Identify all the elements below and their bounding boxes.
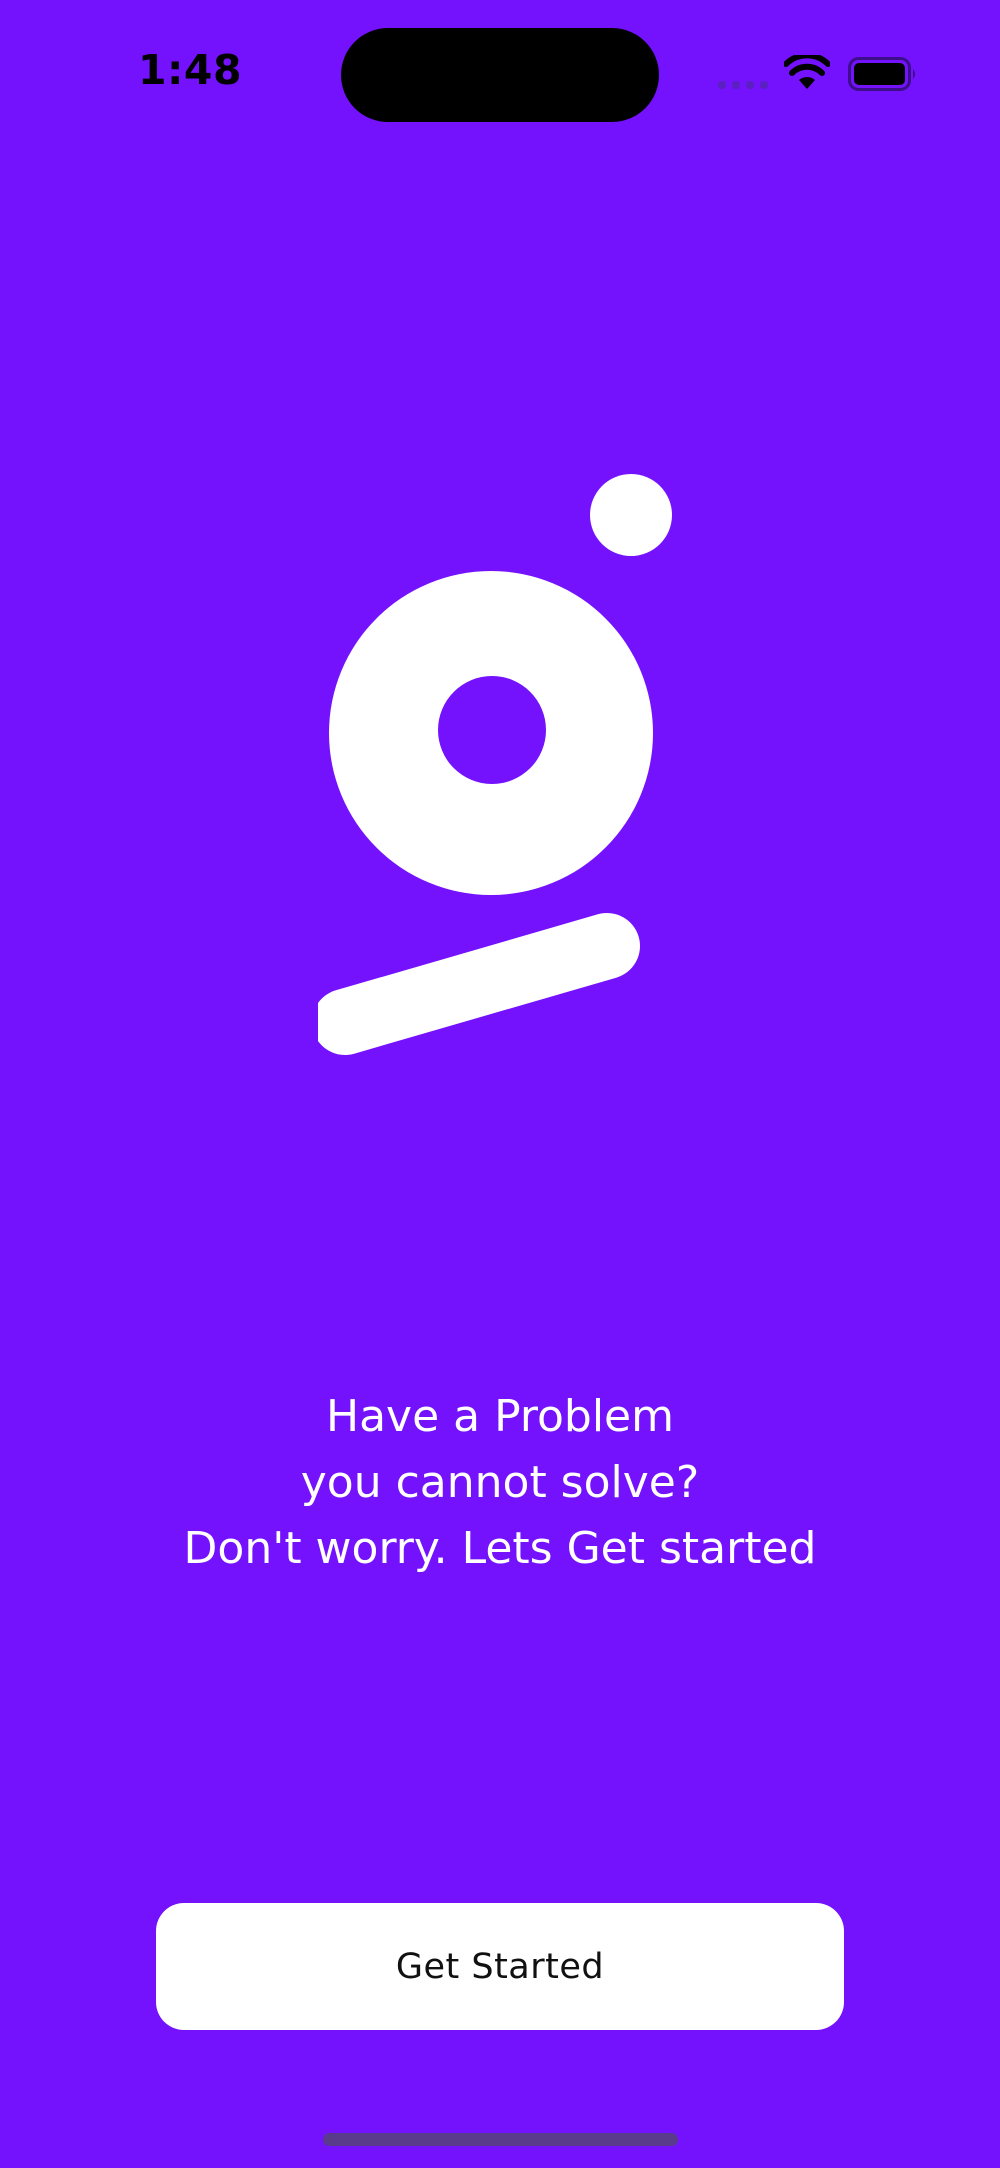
message-line: Have a Problem	[326, 1391, 674, 1442]
home-indicator[interactable]	[323, 2133, 678, 2146]
message-line: you cannot solve?	[300, 1457, 700, 1508]
app-logo	[318, 474, 672, 1055]
dynamic-island	[341, 28, 659, 122]
signal-icon	[718, 81, 768, 89]
battery-icon	[848, 57, 915, 91]
wifi-icon	[784, 55, 830, 89]
onboarding-screen: 1:48 Have a Problem you cannot solve? Do…	[0, 0, 1000, 2168]
message-line: Don't worry. Lets Get started	[183, 1523, 817, 1574]
get-started-button[interactable]: Get Started	[156, 1903, 844, 2030]
onboarding-message: Have a Problem you cannot solve? Don't w…	[0, 1384, 1000, 1582]
status-time: 1:48	[138, 46, 242, 94]
